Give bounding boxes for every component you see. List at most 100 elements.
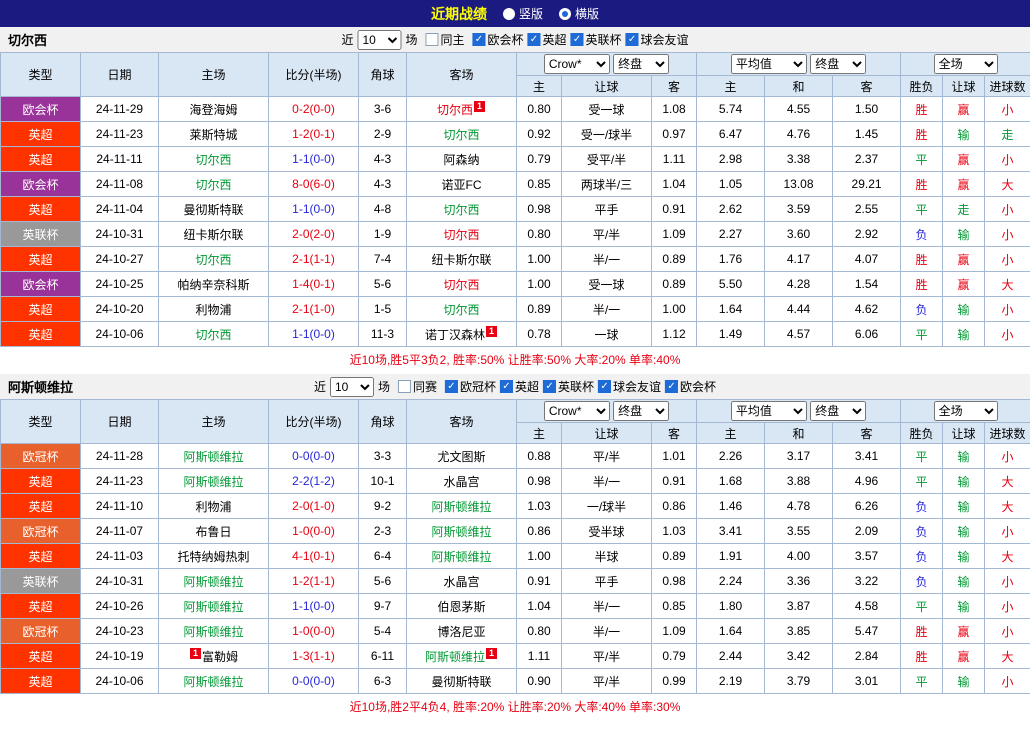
match-date: 24-10-06	[80, 668, 159, 694]
competition-badge: 英联杯	[0, 568, 81, 594]
avg-draw: 3.55	[764, 518, 834, 544]
avg-group-header: 平均值 终盘	[696, 399, 902, 423]
team-name: 阿斯顿维拉	[431, 524, 492, 539]
odds-stage-select[interactable]: 终盘	[613, 54, 670, 74]
odds-away: 1.03	[650, 518, 698, 544]
home-team: 莱斯特城	[158, 121, 269, 147]
team-name: 阿斯顿维拉	[183, 474, 244, 489]
team-name: 尤文图斯	[437, 449, 486, 464]
average-select[interactable]: 平均值	[730, 401, 807, 421]
red-card-badge: 1	[189, 647, 201, 659]
away-team: 尤文图斯	[406, 443, 517, 469]
competition-filter-checkbox[interactable]: ✓ 欧冠杯	[444, 378, 496, 395]
odds-away: 0.97	[650, 121, 698, 147]
competition-badge: 欧冠杯	[0, 443, 81, 469]
away-team: 切尔西	[406, 296, 517, 322]
odds-stage-select[interactable]: 终盘	[613, 401, 670, 421]
odds-home: 1.11	[516, 643, 562, 669]
team-name: 利物浦	[195, 499, 232, 514]
result-outcome: 胜	[900, 271, 944, 297]
goals-outcome: 大	[984, 643, 1030, 669]
team-name: 伯恩茅斯	[437, 599, 486, 614]
handicap-outcome: 赢	[942, 171, 986, 197]
match-date: 24-10-20	[80, 296, 159, 322]
handicap-outcome: 赢	[942, 271, 986, 297]
avg-away: 3.57	[832, 543, 902, 569]
goals-outcome: 小	[984, 593, 1030, 619]
team-section: 切尔西 近 10 场 同主 ✓ 欧会杯 ✓ 英超 ✓ 英联杯 ✓ 球会友谊 类型…	[0, 27, 1030, 374]
home-team: 纽卡斯尔联	[158, 221, 269, 247]
handicap-outcome: 输	[942, 468, 986, 494]
games-label: 场	[405, 33, 418, 47]
team-name: 阿斯顿维拉	[183, 599, 244, 614]
col-corner: 角球	[358, 52, 407, 97]
result-outcome: 平	[900, 468, 944, 494]
col-date: 日期	[80, 399, 159, 444]
team-name: 阿斯顿维拉	[183, 574, 244, 589]
games-label: 场	[377, 380, 390, 394]
competition-filter-checkbox[interactable]: ✓ 英联杯	[570, 31, 622, 48]
match-date: 24-10-26	[80, 593, 159, 619]
avg-home: 1.64	[696, 618, 766, 644]
away-team: 切尔西	[406, 196, 517, 222]
same-filter-checkbox[interactable]: 同主	[425, 31, 464, 48]
match-row: 英超 24-10-06 切尔西 1-1(0-0) 11-3 诺丁汉森林 1 0.78 一球 1.1…	[0, 321, 1030, 347]
average-select[interactable]: 平均值	[730, 54, 807, 74]
competition-filter-checkbox[interactable]: ✓ 欧会杯	[665, 378, 716, 395]
handicap-outcome: 输	[942, 543, 986, 569]
home-team: 切尔西	[158, 321, 269, 347]
avg-draw: 3.59	[764, 196, 834, 222]
odds-away: 1.01	[650, 443, 698, 469]
goals-outcome: 小	[984, 668, 1030, 694]
match-date: 24-11-23	[80, 121, 159, 147]
home-team: 切尔西	[158, 246, 269, 272]
avg-away: 6.26	[832, 493, 902, 519]
fulltime-scope-select[interactable]: 全场	[933, 401, 998, 421]
score: 1-4(0-1)	[268, 271, 359, 297]
same-filter-checkbox[interactable]: 同赛	[397, 378, 437, 395]
away-team: 阿斯顿维拉 1	[406, 643, 517, 669]
score: 2-0(1-0)	[268, 493, 359, 519]
match-date: 24-10-06	[80, 321, 159, 347]
handicap-line: 平/半	[561, 668, 652, 694]
competition-filter-checkbox[interactable]: ✓ 球会友谊	[598, 378, 661, 395]
avg-draw: 3.79	[764, 668, 834, 694]
corners: 6-4	[358, 543, 407, 569]
competition-filter-checkbox[interactable]: ✓ 英超	[500, 378, 539, 395]
average-stage-select[interactable]: 终盘	[810, 401, 867, 421]
team-name: 曼彻斯特联	[183, 202, 244, 217]
competition-filter-checkbox[interactable]: ✓ 欧会杯	[472, 31, 524, 48]
team-name: 阿斯顿维拉	[183, 449, 244, 464]
checkbox-checked-icon: ✓	[665, 380, 679, 393]
recent-count-select[interactable]: 10	[329, 376, 374, 397]
team-name: 帕纳辛奈科斯	[177, 277, 250, 292]
corners: 10-1	[358, 468, 407, 494]
avg-draw: 4.57	[764, 321, 834, 347]
team-name: 诺丁汉森林	[424, 327, 485, 342]
recent-count-select[interactable]: 10	[357, 29, 402, 50]
layout-option-vertical[interactable]: 竖版	[502, 5, 543, 22]
layout-option-horizontal[interactable]: 横版	[559, 5, 599, 22]
goals-outcome: 大	[984, 543, 1030, 569]
matches-table: 类型 日期 主场 比分(半场) 角球 客场 Crow* 终盘 平均值 终盘 全场…	[0, 52, 1030, 347]
handicap-outcome: 输	[942, 296, 986, 322]
odds-company-select[interactable]: Crow*	[543, 54, 610, 74]
avg-away: 5.47	[832, 618, 902, 644]
competition-filter-checkbox[interactable]: ✓ 英联杯	[543, 378, 594, 395]
score: 1-1(0-0)	[268, 196, 359, 222]
team-name-heading: 阿斯顿维拉	[8, 380, 74, 395]
team-name: 水晶宫	[443, 474, 480, 489]
avg-away: 6.06	[832, 321, 902, 347]
avg-home: 1.80	[696, 593, 766, 619]
score: 0-2(0-0)	[268, 96, 359, 122]
team-name: 曼彻斯特联	[431, 674, 492, 689]
result-outcome: 平	[900, 443, 944, 469]
odds-away: 1.00	[650, 296, 698, 322]
fulltime-scope-select[interactable]: 全场	[933, 54, 998, 74]
odds-home: 0.89	[516, 296, 562, 322]
average-stage-select[interactable]: 终盘	[810, 54, 867, 74]
col-goals: 进球数	[984, 422, 1030, 444]
competition-filter-checkbox[interactable]: ✓ 球会友谊	[625, 31, 689, 48]
odds-company-select[interactable]: Crow*	[543, 401, 610, 421]
competition-filter-checkbox[interactable]: ✓ 英超	[527, 31, 567, 48]
